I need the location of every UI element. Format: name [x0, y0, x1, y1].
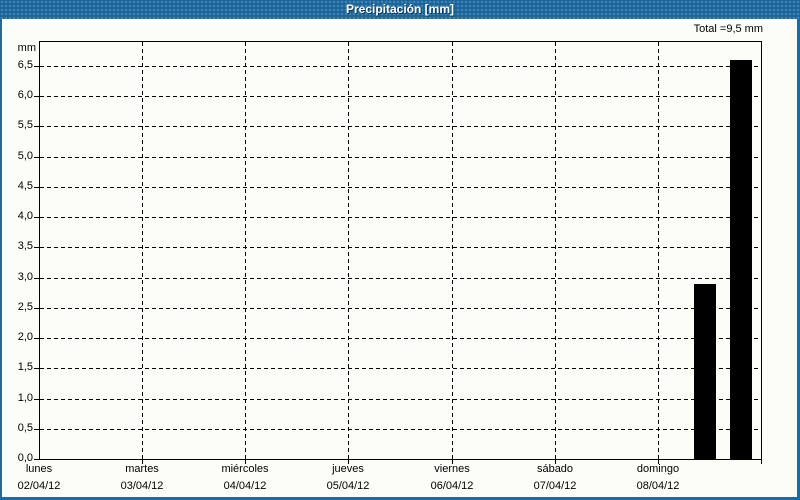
precipitation-bar	[730, 60, 752, 460]
title-bar: Precipitación [mm]	[0, 0, 800, 19]
y-tick	[34, 217, 39, 218]
day-date: 04/04/12	[223, 480, 267, 492]
day-date: 06/04/12	[430, 480, 474, 492]
day-name: martes	[125, 463, 159, 475]
v-gridline	[452, 42, 453, 459]
day-name: sábado	[536, 463, 574, 475]
day-name: miércoles	[221, 463, 269, 475]
y-tick-label: 1,5	[17, 361, 33, 373]
x-day-label: sábado 07/04/12	[505, 462, 605, 493]
h-gridline	[40, 96, 761, 97]
y-axis-unit-label: mm	[17, 42, 36, 54]
h-gridline	[40, 217, 761, 218]
day-date: 07/04/12	[533, 480, 577, 492]
y-tick	[34, 459, 39, 460]
y-tick	[34, 157, 39, 158]
v-gridline	[555, 42, 556, 459]
h-gridline	[40, 126, 761, 127]
x-day-label: miércoles 04/04/12	[195, 462, 295, 493]
total-label: Total =9,5 mm	[693, 23, 763, 35]
v-gridline	[245, 42, 246, 459]
x-day-label: viernes 06/04/12	[402, 462, 502, 493]
y-tick	[34, 66, 39, 67]
x-day-label: domingo 08/04/12	[608, 462, 708, 493]
h-gridline	[40, 278, 761, 279]
h-gridline	[40, 187, 761, 188]
x-tick	[761, 460, 762, 464]
h-gridline	[40, 429, 761, 430]
precipitation-bar	[694, 284, 716, 460]
h-gridline	[40, 157, 761, 158]
precipitation-chart-window: Precipitación [mm] Total =9,5 mm mm 0,0 0…	[0, 0, 800, 500]
y-tick	[34, 308, 39, 309]
y-tick	[34, 96, 39, 97]
y-tick-label: 2,0	[17, 331, 33, 343]
y-tick	[34, 338, 39, 339]
y-tick	[34, 187, 39, 188]
y-tick	[34, 247, 39, 248]
y-tick-label: 2,5	[17, 301, 33, 313]
v-gridline	[658, 42, 659, 459]
day-name: viernes	[434, 463, 470, 475]
h-gridline	[40, 338, 761, 339]
day-date: 05/04/12	[326, 480, 370, 492]
y-tick-label: 4,5	[17, 180, 33, 192]
h-gridline	[40, 368, 761, 369]
x-day-label: jueves 05/04/12	[298, 462, 398, 493]
y-tick	[34, 368, 39, 369]
y-tick-label: 0,5	[17, 422, 33, 434]
y-tick	[34, 399, 39, 400]
y-tick-label: 3,5	[17, 240, 33, 252]
v-gridline	[142, 42, 143, 459]
x-day-label: martes 03/04/12	[92, 462, 192, 493]
y-tick	[34, 278, 39, 279]
h-gridline	[40, 66, 761, 67]
x-day-label: lunes 02/04/12	[0, 462, 89, 493]
plot-frame	[39, 41, 762, 460]
y-tick-label: 1,0	[17, 392, 33, 404]
day-date: 02/04/12	[17, 480, 61, 492]
day-name: domingo	[636, 463, 680, 475]
y-tick-label: 3,0	[17, 271, 33, 283]
day-date: 03/04/12	[120, 480, 164, 492]
h-gridline	[40, 308, 761, 309]
y-tick	[34, 429, 39, 430]
y-tick	[34, 126, 39, 127]
y-tick-label: 6,5	[17, 59, 33, 71]
y-tick-label: 5,5	[17, 119, 33, 131]
y-tick-label: 4,0	[17, 210, 33, 222]
day-name: lunes	[25, 463, 53, 475]
y-tick-label: 5,0	[17, 150, 33, 162]
chart-title: Precipitación [mm]	[345, 2, 455, 16]
h-gridline	[40, 399, 761, 400]
h-gridline	[40, 247, 761, 248]
y-tick-label: 6,0	[17, 89, 33, 101]
day-name: jueves	[332, 463, 364, 475]
v-gridline	[348, 42, 349, 459]
day-date: 08/04/12	[636, 480, 680, 492]
